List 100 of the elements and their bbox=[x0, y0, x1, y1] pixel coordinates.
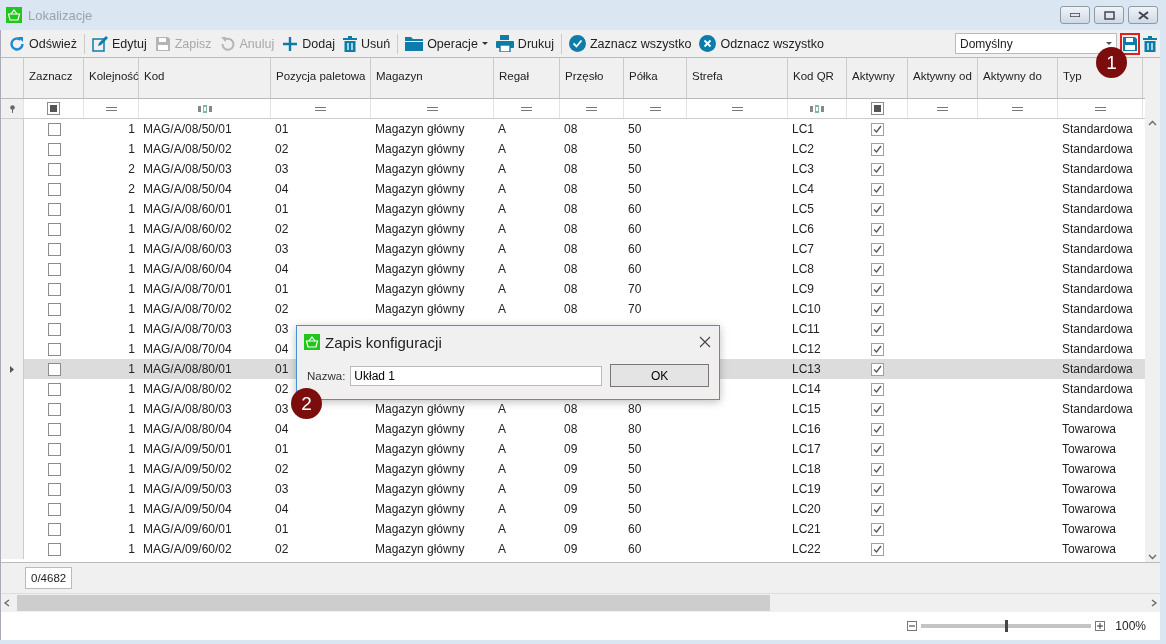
table-cell: A bbox=[498, 182, 506, 196]
table-cell: 60 bbox=[628, 202, 642, 216]
table-cell: 09 bbox=[564, 542, 578, 556]
table-cell: 50 bbox=[628, 502, 642, 516]
table-cell: MAG/A/08/50/04 bbox=[143, 182, 232, 196]
table-cell: 04 bbox=[275, 182, 289, 196]
table-cell: Standardowa bbox=[1062, 222, 1133, 236]
table-cell: Standardowa bbox=[1062, 182, 1133, 196]
table-cell: 50 bbox=[628, 162, 642, 176]
table-cell: 1 bbox=[128, 302, 135, 316]
table-cell: 02 bbox=[275, 382, 289, 396]
table-cell: A bbox=[498, 202, 506, 216]
table-cell: 1 bbox=[128, 402, 135, 416]
table-cell: 60 bbox=[628, 222, 642, 236]
table-cell: 08 bbox=[564, 222, 578, 236]
table-cell: MAG/A/08/60/01 bbox=[143, 202, 232, 216]
table-cell: 1 bbox=[128, 542, 135, 556]
table-cell: 08 bbox=[564, 182, 578, 196]
table-cell: 50 bbox=[628, 462, 642, 476]
table-cell: 02 bbox=[275, 462, 289, 476]
table-cell: Towarowa bbox=[1062, 502, 1117, 516]
table-cell: MAG/A/08/80/02 bbox=[143, 382, 232, 396]
table-cell: Magazyn główny bbox=[375, 142, 465, 156]
table-cell: A bbox=[498, 482, 506, 496]
table-cell: 08 bbox=[564, 402, 578, 416]
table-cell: Magazyn główny bbox=[375, 242, 465, 256]
table-cell: 03 bbox=[275, 322, 289, 336]
table-cell: 50 bbox=[628, 142, 642, 156]
table-cell: 60 bbox=[628, 242, 642, 256]
table-cell: MAG/A/08/70/03 bbox=[143, 322, 232, 336]
table-cell: 1 bbox=[128, 202, 135, 216]
table-cell: 08 bbox=[564, 202, 578, 216]
table-cell: MAG/A/09/60/01 bbox=[143, 522, 232, 536]
table-cell: A bbox=[498, 282, 506, 296]
table-cell: Standardowa bbox=[1062, 242, 1133, 256]
table-cell: A bbox=[498, 442, 506, 456]
table-cell: LC2 bbox=[792, 142, 814, 156]
table-cell: 08 bbox=[564, 282, 578, 296]
table-cell: 60 bbox=[628, 542, 642, 556]
table-cell: LC12 bbox=[792, 342, 821, 356]
table-cell: MAG/A/08/60/02 bbox=[143, 222, 232, 236]
table-cell: MAG/A/09/50/01 bbox=[143, 442, 232, 456]
table-cell: 01 bbox=[275, 282, 289, 296]
table-cell: LC5 bbox=[792, 202, 814, 216]
table-cell: 1 bbox=[128, 342, 135, 356]
table-cell: 01 bbox=[275, 522, 289, 536]
table-cell: Towarowa bbox=[1062, 482, 1117, 496]
table-cell: A bbox=[498, 402, 506, 416]
table-cell: Magazyn główny bbox=[375, 262, 465, 276]
table-cell: A bbox=[498, 142, 506, 156]
table-cell: 50 bbox=[628, 122, 642, 136]
table-cell: 80 bbox=[628, 402, 642, 416]
table-cell: 08 bbox=[564, 242, 578, 256]
table-cell: 01 bbox=[275, 202, 289, 216]
record-count: 0/4682 bbox=[25, 567, 73, 589]
table-cell: 60 bbox=[628, 262, 642, 276]
table-cell: A bbox=[498, 122, 506, 136]
table-cell: MAG/A/08/50/02 bbox=[143, 142, 232, 156]
table-cell: 70 bbox=[628, 302, 642, 316]
table-cell: 1 bbox=[128, 222, 135, 236]
table-cell: LC1 bbox=[792, 122, 814, 136]
table-cell: A bbox=[498, 242, 506, 256]
table-cell: 1 bbox=[128, 362, 135, 376]
table-cell: 08 bbox=[564, 422, 578, 436]
table-cell: Magazyn główny bbox=[375, 522, 465, 536]
table-cell: LC15 bbox=[792, 402, 821, 416]
table-cell: Standardowa bbox=[1062, 362, 1133, 376]
table-cell: 01 bbox=[275, 122, 289, 136]
table-cell: Magazyn główny bbox=[375, 502, 465, 516]
table-cell: 04 bbox=[275, 502, 289, 516]
table-cell: A bbox=[498, 522, 506, 536]
table-cell: LC4 bbox=[792, 182, 814, 196]
table-cell: Standardowa bbox=[1062, 122, 1133, 136]
table-cell: Standardowa bbox=[1062, 402, 1133, 416]
table-cell: 1 bbox=[128, 522, 135, 536]
table-cell: Towarowa bbox=[1062, 462, 1117, 476]
table-cell: MAG/A/09/50/04 bbox=[143, 502, 232, 516]
table-cell: 50 bbox=[628, 442, 642, 456]
table-cell: LC16 bbox=[792, 422, 821, 436]
table-cell: MAG/A/09/50/03 bbox=[143, 482, 232, 496]
dialog-title: Zapis konfiguracji bbox=[325, 333, 443, 351]
table-cell: Towarowa bbox=[1062, 522, 1117, 536]
table-cell: 09 bbox=[564, 462, 578, 476]
table-cell: MAG/A/08/60/03 bbox=[143, 242, 232, 256]
table-cell: LC3 bbox=[792, 162, 814, 176]
table-cell: 2 bbox=[128, 162, 135, 176]
table-cell: 03 bbox=[275, 402, 289, 416]
table-cell: MAG/A/08/60/04 bbox=[143, 262, 232, 276]
table-cell: MAG/A/08/80/03 bbox=[143, 402, 232, 416]
table-cell: 2 bbox=[128, 182, 135, 196]
table-cell: Magazyn główny bbox=[375, 422, 465, 436]
table-cell: LC22 bbox=[792, 542, 821, 556]
table-cell: Standardowa bbox=[1062, 282, 1133, 296]
table-cell: 1 bbox=[128, 382, 135, 396]
table-cell: 70 bbox=[628, 282, 642, 296]
table-cell: Magazyn główny bbox=[375, 442, 465, 456]
table-cell: 08 bbox=[564, 162, 578, 176]
table-cell: 02 bbox=[275, 542, 289, 556]
table-cell: 1 bbox=[128, 422, 135, 436]
zoom-reading: 100% bbox=[1115, 619, 1146, 633]
